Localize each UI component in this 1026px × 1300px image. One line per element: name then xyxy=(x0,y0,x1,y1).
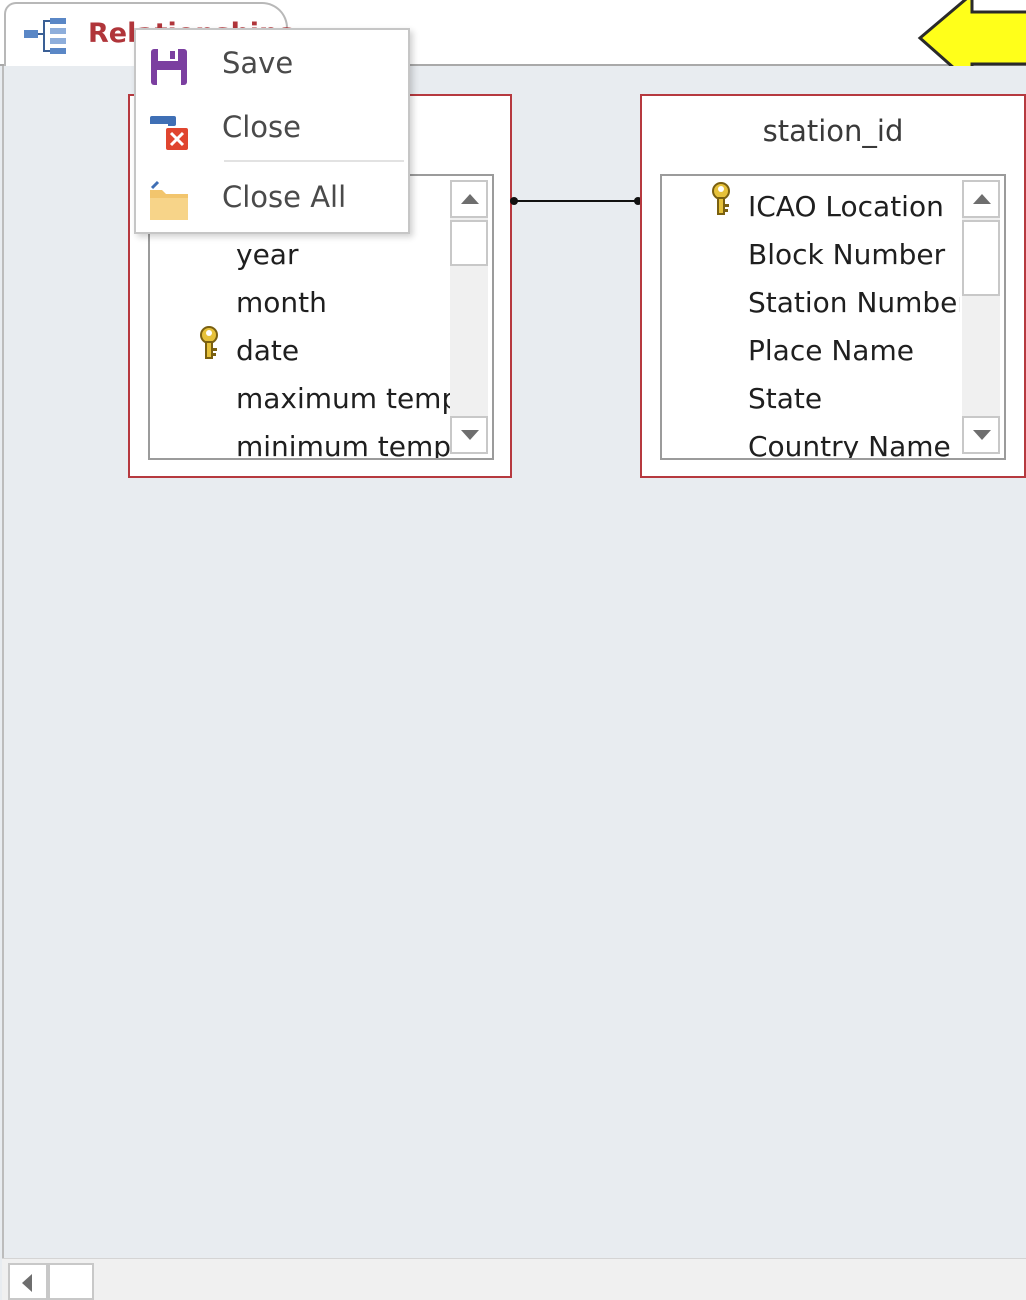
scroll-thumb[interactable] xyxy=(48,1263,94,1300)
scroll-down-button[interactable] xyxy=(450,416,488,454)
scroll-up-button[interactable] xyxy=(450,180,488,218)
relationship-line[interactable] xyxy=(512,200,640,202)
horizontal-scrollbar[interactable] xyxy=(2,1258,1026,1300)
save-icon xyxy=(151,49,187,85)
relationship-endpoint xyxy=(510,197,518,205)
menu-separator xyxy=(224,160,404,162)
menu-item-label: Close xyxy=(222,110,301,144)
field-list[interactable]: ICAO Location Block Number Station Numbe… xyxy=(660,174,1006,460)
table-window-station-id[interactable]: station_id ICAO Location Block Number St… xyxy=(640,94,1026,478)
field-minimum-temp[interactable]: minimum temp xyxy=(236,424,451,458)
arrow-down-icon xyxy=(461,430,479,440)
field-date[interactable]: date xyxy=(236,328,299,374)
menu-item-save[interactable]: Save xyxy=(136,34,408,96)
menu-item-label: Close All xyxy=(222,180,347,214)
menu-item-close[interactable]: Close xyxy=(136,98,408,160)
menu-item-close-all[interactable]: Close All xyxy=(136,168,408,230)
field-maximum-temp[interactable]: maximum temp xyxy=(236,376,459,422)
field-month[interactable]: month xyxy=(236,280,327,326)
field-icao-location[interactable]: ICAO Location xyxy=(748,184,944,230)
scroll-thumb[interactable] xyxy=(962,220,1000,296)
scroll-left-button[interactable] xyxy=(8,1263,48,1300)
field-block-number[interactable]: Block Number xyxy=(748,232,945,278)
vertical-scrollbar[interactable] xyxy=(962,180,1000,454)
arrow-left-icon xyxy=(22,1274,32,1292)
table-title: station_id xyxy=(762,114,904,148)
scroll-up-button[interactable] xyxy=(962,180,1000,218)
scroll-down-button[interactable] xyxy=(962,416,1000,454)
arrow-down-icon xyxy=(973,430,991,440)
tab-context-menu: Save Close Close All xyxy=(134,28,410,234)
arrow-up-icon xyxy=(461,194,479,204)
primary-key-icon xyxy=(712,182,730,215)
field-state[interactable]: State xyxy=(748,376,822,422)
arrow-up-icon xyxy=(973,194,991,204)
vertical-scrollbar[interactable] xyxy=(450,180,488,454)
field-place-name[interactable]: Place Name xyxy=(748,328,914,374)
folder-icon xyxy=(150,180,188,220)
field-year[interactable]: year xyxy=(236,232,298,278)
primary-key-icon xyxy=(200,326,218,359)
access-window: Relationships T year month date maximum … xyxy=(0,0,1026,1300)
scroll-thumb[interactable] xyxy=(450,220,488,266)
field-station-number[interactable]: Station Number xyxy=(748,280,960,326)
relationships-icon xyxy=(24,18,66,54)
close-document-icon xyxy=(150,116,188,150)
field-country-name[interactable]: Country Name xyxy=(748,424,951,458)
menu-item-label: Save xyxy=(222,46,294,80)
